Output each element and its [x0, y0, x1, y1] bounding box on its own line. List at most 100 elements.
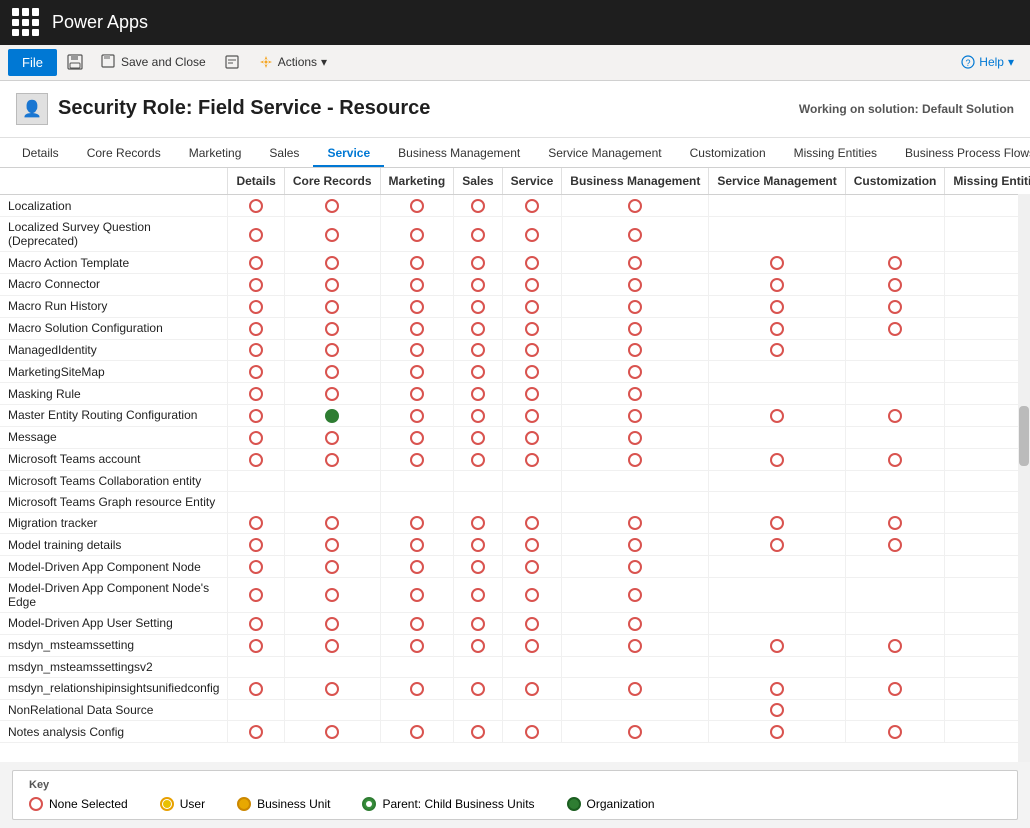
permission-cell[interactable]: [845, 274, 945, 296]
permission-cell[interactable]: [454, 217, 502, 252]
permission-cell[interactable]: [228, 274, 284, 296]
table-row[interactable]: ManagedIdentity: [0, 339, 1030, 361]
permission-cell[interactable]: [845, 578, 945, 613]
table-row[interactable]: Model-Driven App Component Node: [0, 556, 1030, 578]
permission-cell[interactable]: [845, 317, 945, 339]
permission-cell[interactable]: [380, 556, 454, 578]
permission-cell[interactable]: [845, 534, 945, 556]
permission-cell[interactable]: [845, 426, 945, 448]
permission-cell[interactable]: [502, 721, 562, 743]
table-container[interactable]: Details Core Records Marketing Sales Ser…: [0, 168, 1030, 762]
permission-cell[interactable]: [454, 195, 502, 217]
tab-business-process-flows[interactable]: Business Process Flows: [891, 138, 1030, 168]
permission-cell[interactable]: [502, 295, 562, 317]
permission-cell[interactable]: [380, 634, 454, 656]
table-row[interactable]: NonRelational Data Source: [0, 699, 1030, 721]
permission-cell[interactable]: [228, 634, 284, 656]
permission-cell[interactable]: [380, 274, 454, 296]
permission-cell[interactable]: [709, 195, 845, 217]
permission-cell[interactable]: [454, 656, 502, 677]
permission-cell[interactable]: [562, 317, 709, 339]
permission-cell[interactable]: [284, 491, 380, 512]
permission-cell[interactable]: [709, 491, 845, 512]
permission-cell[interactable]: [502, 491, 562, 512]
permission-cell[interactable]: [228, 613, 284, 635]
permission-cell[interactable]: [380, 491, 454, 512]
permission-cell[interactable]: [845, 556, 945, 578]
table-row[interactable]: Notes analysis Config: [0, 721, 1030, 743]
permission-cell[interactable]: [502, 317, 562, 339]
save-close-button[interactable]: Save and Close: [93, 50, 214, 74]
permission-cell[interactable]: [709, 426, 845, 448]
permission-cell[interactable]: [502, 195, 562, 217]
permission-cell[interactable]: [454, 677, 502, 699]
permission-cell[interactable]: [562, 448, 709, 470]
permission-cell[interactable]: [284, 383, 380, 405]
permission-cell[interactable]: [380, 448, 454, 470]
permission-cell[interactable]: [454, 470, 502, 491]
permission-cell[interactable]: [228, 470, 284, 491]
permission-cell[interactable]: [845, 383, 945, 405]
tab-business-management[interactable]: Business Management: [384, 138, 534, 168]
table-row[interactable]: msdyn_relationshipinsightsunifiedconfig: [0, 677, 1030, 699]
permission-cell[interactable]: [562, 383, 709, 405]
table-row[interactable]: msdyn_msteamssetting: [0, 634, 1030, 656]
permission-cell[interactable]: [380, 295, 454, 317]
permission-cell[interactable]: [454, 339, 502, 361]
permission-cell[interactable]: [709, 470, 845, 491]
permission-cell[interactable]: [454, 383, 502, 405]
permission-cell[interactable]: [380, 613, 454, 635]
permission-cell[interactable]: [502, 512, 562, 534]
permission-cell[interactable]: [284, 217, 380, 252]
permission-cell[interactable]: [562, 656, 709, 677]
help-button[interactable]: ? Help ▾: [953, 51, 1022, 73]
permission-cell[interactable]: [562, 534, 709, 556]
permission-cell[interactable]: [454, 634, 502, 656]
tab-customization[interactable]: Customization: [676, 138, 780, 168]
permission-cell[interactable]: [562, 339, 709, 361]
permission-cell[interactable]: [709, 339, 845, 361]
table-row[interactable]: Macro Run History: [0, 295, 1030, 317]
permission-cell[interactable]: [284, 339, 380, 361]
permission-cell[interactable]: [454, 252, 502, 274]
permission-cell[interactable]: [845, 405, 945, 427]
form-button[interactable]: [216, 50, 248, 74]
permission-cell[interactable]: [228, 578, 284, 613]
permission-cell[interactable]: [380, 656, 454, 677]
permission-cell[interactable]: [228, 656, 284, 677]
permission-cell[interactable]: [562, 470, 709, 491]
permission-cell[interactable]: [228, 512, 284, 534]
permission-cell[interactable]: [228, 448, 284, 470]
table-row[interactable]: Microsoft Teams Graph resource Entity: [0, 491, 1030, 512]
permission-cell[interactable]: [284, 470, 380, 491]
permission-cell[interactable]: [562, 578, 709, 613]
permission-cell[interactable]: [228, 699, 284, 721]
permission-cell[interactable]: [380, 721, 454, 743]
permission-cell[interactable]: [845, 677, 945, 699]
permission-cell[interactable]: [709, 383, 845, 405]
permission-cell[interactable]: [454, 274, 502, 296]
permission-cell[interactable]: [845, 699, 945, 721]
permission-cell[interactable]: [228, 295, 284, 317]
permission-cell[interactable]: [562, 361, 709, 383]
table-row[interactable]: Macro Connector: [0, 274, 1030, 296]
permission-cell[interactable]: [502, 534, 562, 556]
permission-cell[interactable]: [502, 677, 562, 699]
permission-cell[interactable]: [562, 274, 709, 296]
permission-cell[interactable]: [562, 295, 709, 317]
permission-cell[interactable]: [228, 534, 284, 556]
permission-cell[interactable]: [709, 534, 845, 556]
permission-cell[interactable]: [284, 252, 380, 274]
table-row[interactable]: Model-Driven App Component Node's Edge: [0, 578, 1030, 613]
permission-cell[interactable]: [502, 578, 562, 613]
permission-cell[interactable]: [709, 556, 845, 578]
permission-cell[interactable]: [502, 470, 562, 491]
table-row[interactable]: Model training details: [0, 534, 1030, 556]
permission-cell[interactable]: [502, 656, 562, 677]
permission-cell[interactable]: [284, 512, 380, 534]
permission-cell[interactable]: [562, 217, 709, 252]
permission-cell[interactable]: [454, 426, 502, 448]
permission-cell[interactable]: [454, 317, 502, 339]
permission-cell[interactable]: [845, 470, 945, 491]
table-row[interactable]: Localization: [0, 195, 1030, 217]
